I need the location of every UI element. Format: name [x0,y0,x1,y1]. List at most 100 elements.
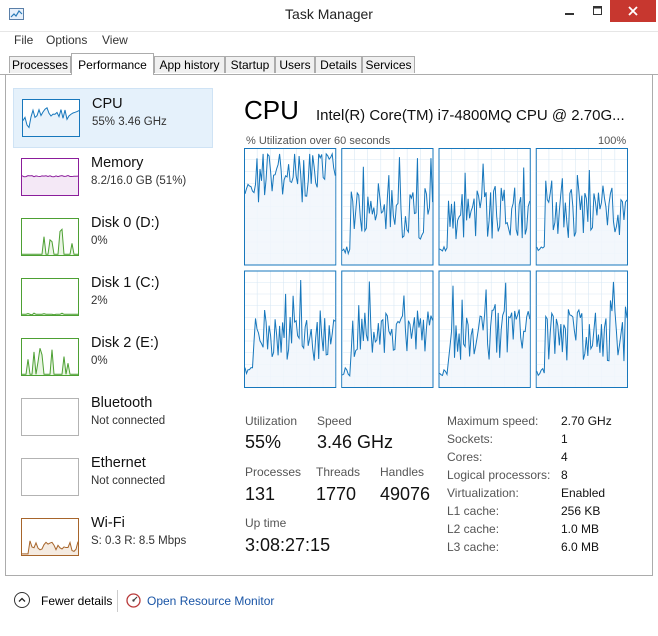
tab-strip: Processes Performance App history Startu… [0,52,658,75]
spec-label: L1 cache: [447,504,500,518]
menu-options[interactable]: Options [46,33,87,47]
utilization-label: Utilization [245,414,298,428]
menu-bar: File Options View [0,31,658,51]
tab-services[interactable]: Services [362,56,415,73]
speed-label: Speed [317,414,352,428]
sidebar-item-title: Disk 2 (E:) [91,335,159,351]
sidebar-item-title: Ethernet [91,455,146,471]
spec-label: L3 cache: [447,540,500,554]
spec-value: 8 [561,468,568,482]
cpu-model-name: Intel(R) Core(TM) i7-4800MQ CPU @ 2.70G.… [316,107,625,124]
open-resource-monitor-link[interactable]: Open Resource Monitor [147,594,274,608]
spec-value: 2.70 GHz [561,414,612,428]
spec-label: L2 cache: [447,522,500,536]
sidebar-item-disk-1[interactable]: Disk 1 (C:) 2% [13,268,213,328]
tab-startup[interactable]: Startup [225,56,275,73]
sidebar-item-subtitle: 0% [91,235,108,247]
tab-app-history[interactable]: App history [154,56,225,73]
sidebar-item-ethernet[interactable]: Ethernet Not connected [13,448,213,508]
close-button[interactable] [610,0,656,22]
thumbnail-trace [22,540,78,555]
cpu-graph-grid [244,148,628,388]
processes-value: 131 [245,484,276,504]
thumbnail-trace [22,348,78,375]
cpu-thumbnail-graph [22,99,80,137]
chevron-up-icon[interactable] [14,592,30,608]
resource-monitor-icon[interactable] [126,593,141,608]
tab-details[interactable]: Details [315,56,362,73]
footer-bar: Fewer details Open Resource Monitor [0,582,658,622]
sidebar-item-cpu[interactable]: CPU 55% 3.46 GHz [13,88,213,148]
title-bar: Task Manager [0,0,658,32]
tab-processes[interactable]: Processes [9,56,71,73]
spec-value: Enabled [561,486,606,500]
spec-value: 1 [561,432,568,446]
minimize-icon [565,13,574,15]
handles-value: 49076 [380,484,431,504]
graph-caption: % Utilization over 60 seconds [246,135,391,147]
threads-label: Threads [316,465,361,479]
thumbnail-trace [22,312,78,315]
sidebar-item-subtitle: 55% 3.46 GHz [92,116,167,128]
thumbnail-trace [23,107,79,136]
logical-processor-graph [438,148,531,266]
spec-label: Maximum speed: [447,414,539,428]
sidebar-item-title: CPU [92,96,123,112]
utilization-value: 55% [245,432,282,452]
spec-value: 6.0 MB [561,540,600,554]
threads-value: 1770 [316,484,357,504]
footer-divider [117,590,118,612]
close-icon [628,6,638,16]
logical-processor-graph [535,148,628,266]
thumbnail-trace [22,175,78,195]
sidebar-item-title: Disk 1 (C:) [91,275,160,291]
spec-value: 1.0 MB [561,522,600,536]
tab-performance[interactable]: Performance [71,53,154,75]
sidebar-item-title: Disk 0 (D:) [91,215,160,231]
logical-processor-graph [341,270,434,388]
uptime-value: 3:08:27:15 [245,535,331,555]
spec-label: Logical processors: [447,468,551,482]
thumbnail-fill [23,107,79,136]
sidebar-item-title: Bluetooth [91,395,153,411]
minimize-button[interactable] [556,0,584,22]
thumbnail-line [22,348,78,375]
sidebar-item-title: Wi-Fi [91,515,125,531]
uptime-label: Up time [245,516,287,530]
sidebar-item-disk-0[interactable]: Disk 0 (D:) 0% [13,208,213,268]
handles-label: Handles [380,465,425,479]
thumbnail-trace [22,228,78,255]
speed-value: 3.46 GHz [317,432,394,452]
thumbnail-line [22,312,78,315]
tab-users[interactable]: Users [275,56,315,73]
sidebar-item-subtitle: 0% [91,355,108,367]
logical-processor-graph [438,270,531,388]
sidebar-item-wifi[interactable]: Wi-Fi S: 0.3 R: 8.5 Mbps [13,508,213,568]
sidebar-item-subtitle: Not connected [91,475,166,487]
menu-file[interactable]: File [14,33,33,47]
fewer-details-button[interactable]: Fewer details [41,594,112,608]
thumbnail-trace [22,459,78,495]
sidebar-item-subtitle: Not connected [91,415,166,427]
sidebar-item-memory[interactable]: Memory 8.2/16.0 GB (51%) [13,148,213,208]
page-title: CPU [244,95,299,125]
logical-processor-graph [535,270,628,388]
maximize-icon [593,6,602,15]
logical-processor-graph [244,148,337,266]
disk-0-thumbnail-graph [21,218,79,256]
wifi-thumbnail-graph [21,518,79,556]
disk-2-thumbnail-graph [21,338,79,376]
sidebar-item-bluetooth[interactable]: Bluetooth Not connected [13,388,213,448]
spec-value: 256 KB [561,504,601,518]
maximize-button[interactable] [584,0,612,22]
spec-label: Sockets: [447,432,494,446]
menu-view[interactable]: View [102,33,128,47]
spec-label: Cores: [447,450,483,464]
ethernet-thumbnail-graph [21,458,79,496]
thumbnail-trace [22,399,78,435]
spec-label: Virtualization: [447,486,519,500]
sidebar-item-disk-2[interactable]: Disk 2 (E:) 0% [13,328,213,388]
memory-thumbnail-graph [21,158,79,196]
thumbnail-fill [22,175,78,195]
sidebar-item-subtitle: S: 0.3 R: 8.5 Mbps [91,535,187,547]
